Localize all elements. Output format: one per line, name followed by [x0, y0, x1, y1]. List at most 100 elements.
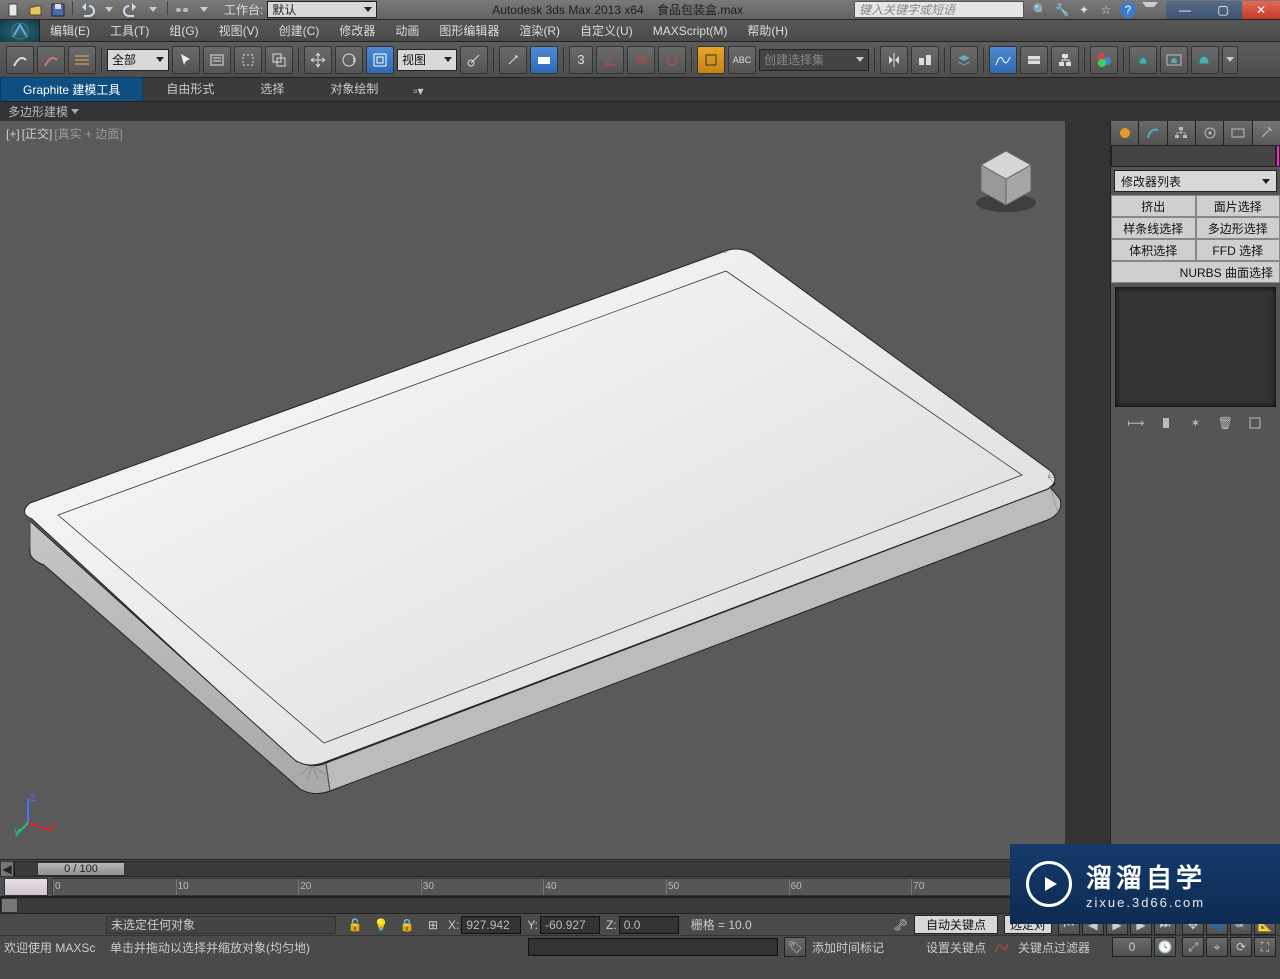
bind-spacewarp-icon[interactable]: [68, 46, 96, 74]
help-search-input[interactable]: 键入关键字或短语: [854, 1, 1024, 18]
pin-stack-icon[interactable]: ⟼: [1126, 413, 1146, 433]
object-color-swatch[interactable]: [1276, 145, 1280, 167]
menu-grapheditors[interactable]: 图形编辑器: [429, 20, 509, 42]
ribbon-minimize-icon[interactable]: ▫▾: [407, 81, 429, 101]
time-slider-thumb[interactable]: 0 / 100: [37, 862, 125, 876]
mod-btn-nurbsselect[interactable]: NURBS 曲面选择: [1111, 261, 1280, 283]
window-crossing-icon[interactable]: [265, 46, 293, 74]
current-frame-field[interactable]: 0: [1112, 937, 1152, 957]
viewport-label[interactable]: [+][正交][真实 + 边面]: [6, 125, 125, 142]
layer-manager-icon[interactable]: [950, 46, 978, 74]
selection-filter-select[interactable]: 全部: [107, 49, 169, 71]
spinner-snap-icon[interactable]: [658, 46, 686, 74]
open-mini-curve-icon[interactable]: [4, 878, 48, 896]
manipulate-icon[interactable]: [499, 46, 527, 74]
coord-display-icon[interactable]: ⊞: [424, 916, 442, 934]
ref-coord-select[interactable]: 视图: [397, 49, 457, 71]
mod-btn-polyselect[interactable]: 多边形选择: [1196, 217, 1280, 239]
modifier-stack[interactable]: [1115, 287, 1276, 407]
mod-btn-volselect[interactable]: 体积选择: [1111, 239, 1196, 261]
coord-z-value[interactable]: 0.0: [619, 916, 679, 934]
mod-btn-faceselect[interactable]: 面片选择: [1196, 195, 1280, 217]
qat-dropdown-icon[interactable]: [194, 1, 214, 19]
create-tab-icon[interactable]: [1111, 121, 1139, 145]
exchange-icon[interactable]: ✦: [1076, 2, 1092, 18]
unlink-icon[interactable]: [37, 46, 65, 74]
menu-edit[interactable]: 编辑(E): [40, 20, 100, 42]
new-file-icon[interactable]: [4, 1, 24, 19]
menu-create[interactable]: 创建(C): [269, 20, 330, 42]
isolate-icon[interactable]: 💡: [372, 916, 390, 934]
close-button[interactable]: ✕: [1242, 1, 1280, 19]
undo-dropdown-icon[interactable]: [99, 1, 119, 19]
select-by-name-icon[interactable]: [203, 46, 231, 74]
menu-modifiers[interactable]: 修改器: [329, 20, 385, 42]
configure-sets-icon[interactable]: [1245, 413, 1265, 433]
angle-snap-icon[interactable]: [596, 46, 624, 74]
menu-tools[interactable]: 工具(T): [100, 20, 159, 42]
time-config-icon[interactable]: 🕓: [1154, 937, 1176, 957]
render-frame-icon[interactable]: [1160, 46, 1188, 74]
hierarchy-tab-icon[interactable]: [1168, 121, 1196, 145]
save-file-icon[interactable]: [48, 1, 68, 19]
ribbon-tab-freeform[interactable]: 自由形式: [143, 76, 237, 101]
zoom-extents-icon[interactable]: ⤢: [1182, 937, 1204, 957]
redo-icon[interactable]: [121, 1, 141, 19]
coord-y-value[interactable]: -60.927: [540, 916, 600, 934]
help-dropdown-icon[interactable]: [1142, 2, 1158, 18]
time-slider-prev[interactable]: ◀: [0, 861, 14, 877]
orbit-icon[interactable]: ⟳: [1230, 937, 1252, 957]
viewcube[interactable]: [967, 141, 1045, 219]
percent-snap-icon[interactable]: %: [627, 46, 655, 74]
workspace-select[interactable]: 默认: [267, 1, 377, 18]
ribbon-tab-graphite[interactable]: Graphite 建模工具: [0, 77, 143, 101]
named-sel-abc-icon[interactable]: ABC: [728, 46, 756, 74]
display-tab-icon[interactable]: [1224, 121, 1252, 145]
redo-dropdown-icon[interactable]: [143, 1, 163, 19]
coord-x-value[interactable]: 927.942: [461, 916, 521, 934]
minimize-button[interactable]: —: [1166, 1, 1204, 19]
ribbon-panel-polymodel[interactable]: 多边形建模: [0, 101, 1280, 121]
menu-maxscript[interactable]: MAXScript(M): [643, 20, 738, 42]
render-dropdown-icon[interactable]: [1222, 46, 1238, 74]
named-selection-select[interactable]: 创建选择集: [759, 49, 869, 71]
scroll-left-icon[interactable]: [1, 898, 18, 913]
key-filter-label[interactable]: 关键点过滤器: [1018, 939, 1090, 956]
add-time-tag[interactable]: 添加时间标记: [812, 939, 884, 956]
mod-btn-extrude[interactable]: 挤出: [1111, 195, 1196, 217]
mod-btn-ffdselect[interactable]: FFD 选择: [1196, 239, 1280, 261]
scale-icon[interactable]: [366, 46, 394, 74]
maxscript-listener-input[interactable]: [528, 938, 778, 956]
remove-modifier-icon[interactable]: 🗑: [1215, 413, 1235, 433]
snap-toggle-icon[interactable]: 3: [569, 46, 593, 74]
auto-key-button[interactable]: 自动关键点: [914, 915, 998, 934]
menu-group[interactable]: 组(G): [159, 20, 208, 42]
key-mode-icon[interactable]: 🗝: [893, 918, 908, 932]
help-icon[interactable]: ?: [1120, 2, 1136, 18]
menu-animation[interactable]: 动画: [385, 20, 429, 42]
zoom-region-icon[interactable]: ⌖: [1206, 937, 1228, 957]
subscription-icon[interactable]: 🔧: [1054, 2, 1070, 18]
motion-tab-icon[interactable]: [1196, 121, 1224, 145]
undo-icon[interactable]: [77, 1, 97, 19]
align-icon[interactable]: [911, 46, 939, 74]
menu-help[interactable]: 帮助(H): [737, 20, 798, 42]
rotate-icon[interactable]: [335, 46, 363, 74]
favorite-icon[interactable]: ☆: [1098, 2, 1114, 18]
open-file-icon[interactable]: [26, 1, 46, 19]
set-key-label[interactable]: 设置关键点: [926, 939, 986, 956]
modifier-list-select[interactable]: 修改器列表: [1114, 170, 1277, 192]
maximize-button[interactable]: ▢: [1204, 1, 1242, 19]
viewport[interactable]: [+][正交][真实 + 边面]: [0, 121, 1065, 859]
menu-customize[interactable]: 自定义(U): [570, 20, 643, 42]
select-object-icon[interactable]: [172, 46, 200, 74]
search-icon[interactable]: 🔍: [1032, 2, 1048, 18]
render-setup-icon[interactable]: [1129, 46, 1157, 74]
object-name-input[interactable]: [1111, 145, 1276, 167]
application-button[interactable]: [0, 20, 40, 42]
material-editor-icon[interactable]: [1090, 46, 1118, 74]
menu-render[interactable]: 渲染(R): [509, 20, 570, 42]
ribbon-tab-objectpaint[interactable]: 对象绘制: [307, 76, 401, 101]
select-link-icon[interactable]: [6, 46, 34, 74]
mod-btn-splineselect[interactable]: 样条线选择: [1111, 217, 1196, 239]
